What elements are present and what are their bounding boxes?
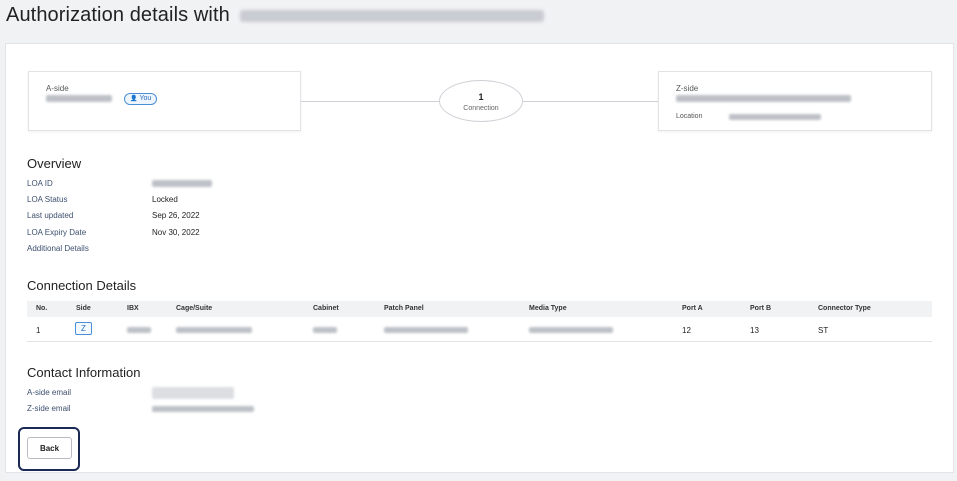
redacted-z-side-name: [676, 95, 851, 102]
a-side-email-label: A-side email: [27, 388, 72, 397]
redacted-location: [729, 114, 821, 120]
authorization-card: A-side 👤 You 1 Connection Z-side Location…: [5, 43, 954, 473]
row-port-b: 13: [750, 326, 759, 335]
redacted-a-side-name: [46, 95, 112, 102]
back-button[interactable]: Back: [27, 437, 72, 459]
contact-information-title: Contact Information: [27, 365, 141, 380]
redacted-cage-suite: [176, 327, 252, 333]
z-side-label: Z-side: [676, 84, 699, 93]
overview-title: Overview: [27, 156, 82, 171]
connection-line-right: [523, 101, 658, 102]
row-connector-type: ST: [818, 326, 829, 335]
redacted-ibx: [127, 327, 151, 333]
connection-count-circle: 1 Connection: [439, 80, 523, 122]
col-side: Side: [76, 305, 91, 312]
page-title-text: Authorization details with: [6, 4, 230, 26]
connection-count-label: Connection: [463, 105, 499, 112]
location-label: Location: [676, 113, 703, 120]
connection-details-title: Connection Details: [27, 278, 137, 293]
row-no: 1: [36, 326, 41, 335]
col-ibx: IBX: [127, 305, 139, 312]
a-side-label: A-side: [46, 84, 69, 93]
side-z-chip: Z: [75, 322, 92, 335]
redacted-media-type: [529, 327, 613, 333]
col-no: No.: [36, 305, 48, 312]
col-connector-type: Connector Type: [818, 305, 871, 312]
redacted-a-side-email: [152, 387, 234, 399]
you-badge-label: You: [139, 95, 152, 102]
person-icon: 👤: [130, 96, 138, 102]
loa-status-label: LOA Status: [27, 195, 68, 204]
redacted-z-side-email: [152, 406, 254, 412]
z-side-box: Z-side Location: [658, 71, 932, 131]
table-row: 1 Z 12 13 ST: [27, 318, 932, 342]
col-port-a: Port A: [682, 305, 703, 312]
connection-line-left: [301, 101, 439, 102]
redacted-company-name: [239, 9, 544, 22]
last-updated-value: Sep 26, 2022: [152, 211, 200, 220]
col-cabinet: Cabinet: [313, 305, 339, 312]
page-title: Authorization details with: [6, 4, 544, 27]
loa-expiry-value: Nov 30, 2022: [152, 228, 200, 237]
row-port-a: 12: [682, 326, 691, 335]
a-side-box: A-side 👤 You: [28, 71, 301, 131]
connection-table-header: No. Side IBX Cage/Suite Cabinet Patch Pa…: [27, 301, 932, 317]
redacted-loa-id: [152, 180, 212, 187]
z-side-email-label: Z-side email: [27, 404, 71, 413]
loa-expiry-label: LOA Expiry Date: [27, 228, 87, 237]
additional-details-label: Additional Details: [27, 244, 89, 253]
redacted-patch-panel: [384, 327, 468, 333]
loa-id-label: LOA ID: [27, 179, 53, 188]
col-media-type: Media Type: [529, 305, 567, 312]
redacted-cabinet: [313, 327, 337, 333]
last-updated-label: Last updated: [27, 211, 74, 220]
col-patch-panel: Patch Panel: [384, 305, 424, 312]
connection-count: 1: [478, 92, 484, 102]
loa-status-value: Locked: [152, 195, 178, 204]
you-badge: 👤 You: [124, 93, 158, 105]
col-port-b: Port B: [750, 305, 771, 312]
col-cage-suite: Cage/Suite: [176, 305, 213, 312]
